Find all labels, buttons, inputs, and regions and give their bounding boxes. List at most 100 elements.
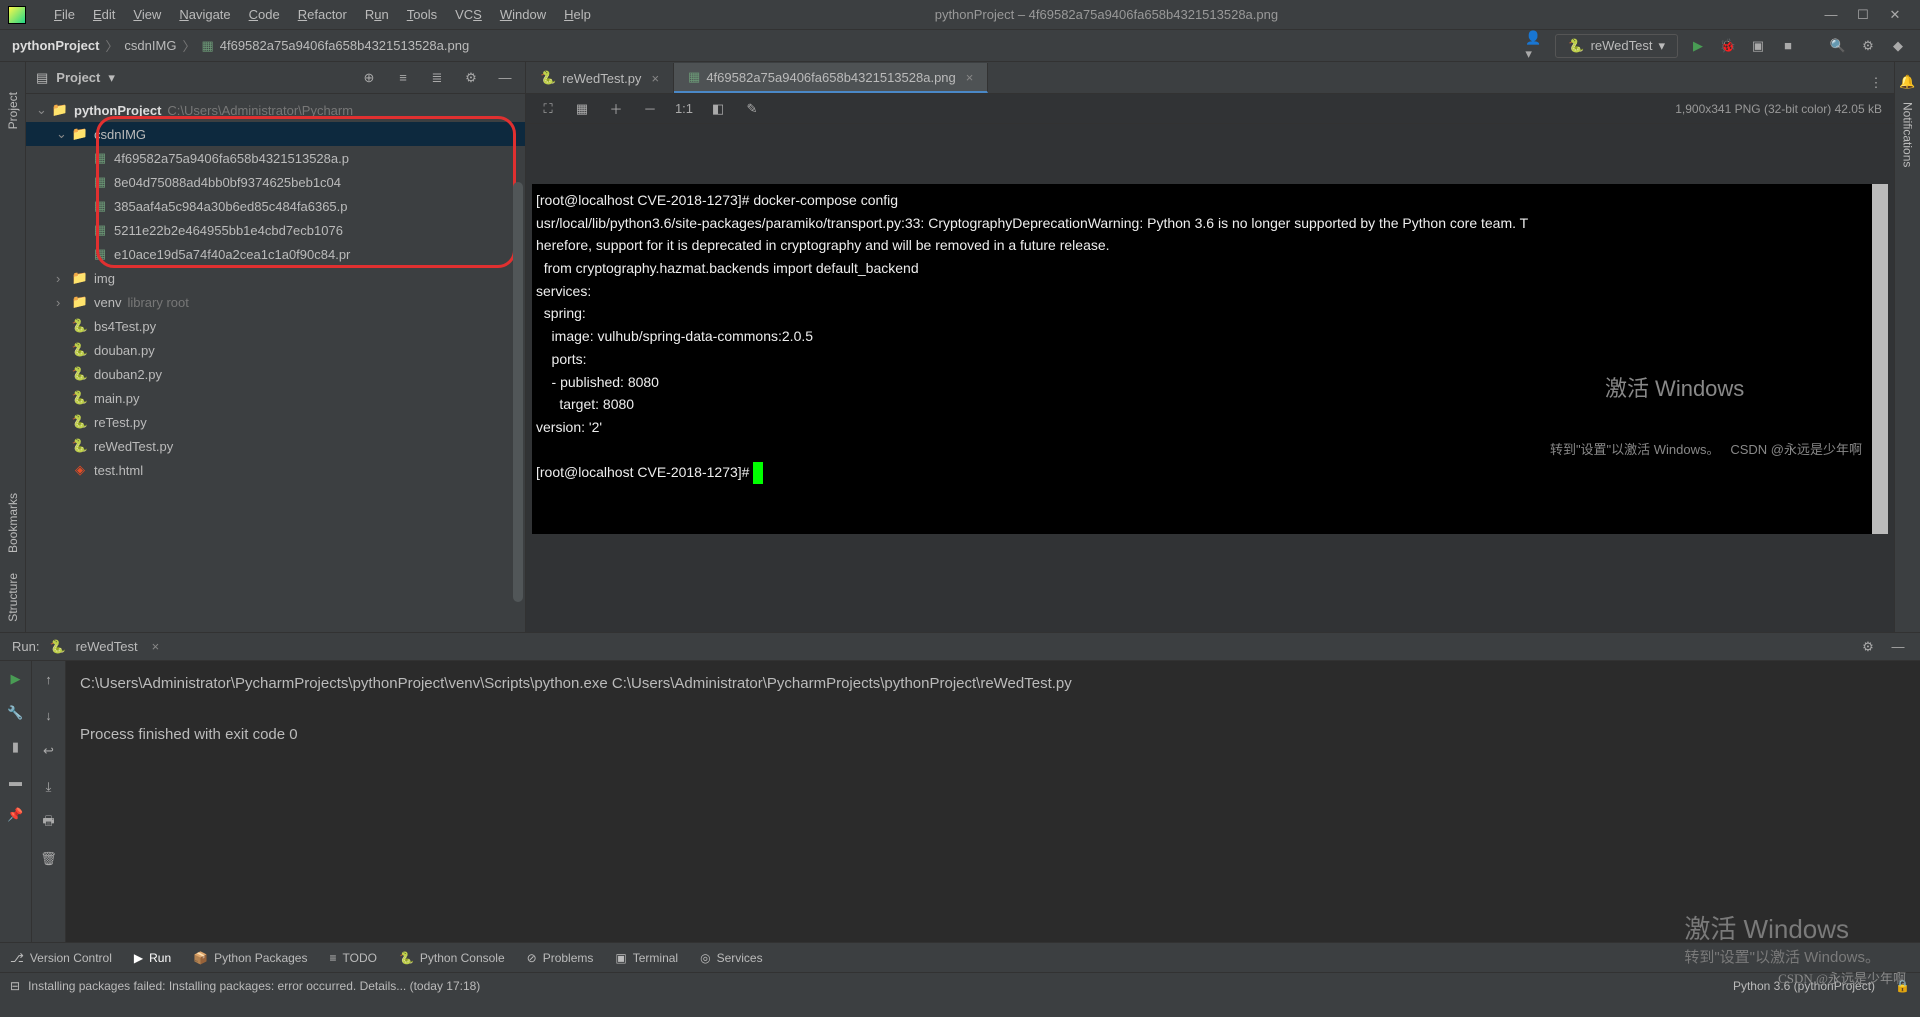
settings-icon[interactable]: ⚙ [1858, 36, 1878, 56]
python-icon: 🐍 [72, 414, 88, 430]
menu-run[interactable]: Run [357, 3, 397, 26]
menu-code[interactable]: Code [241, 3, 288, 26]
color-picker-icon[interactable]: ✎ [742, 99, 762, 119]
project-tool-window: ▤ Project ▾ ⊕ ≡ ≣ ⚙ — ⌄📁 pythonProject C… [26, 62, 526, 632]
chevron-down-icon[interactable]: ▾ [108, 70, 115, 86]
up-stack-icon[interactable]: ↑ [39, 669, 59, 689]
tab-list-icon[interactable]: ⋮ [1866, 73, 1886, 93]
select-opened-file-icon[interactable]: ⊕ [359, 68, 379, 88]
bottom-tab-services[interactable]: ◎Services [700, 951, 763, 965]
sidebar-tab-structure[interactable]: Structure [2, 563, 24, 632]
tree-file-html[interactable]: ◈test.html [26, 458, 525, 482]
zoom-in-icon[interactable]: ＋ [606, 99, 626, 119]
tree-file-py[interactable]: 🐍douban2.py [26, 362, 525, 386]
expand-all-icon[interactable]: ≡ [393, 68, 413, 88]
tree-root[interactable]: ⌄📁 pythonProject C:\Users\Administrator\… [26, 98, 525, 122]
services-icon: ◎ [700, 951, 710, 965]
pause-icon[interactable]: ▮ [6, 737, 26, 757]
minimize-button[interactable]: — [1824, 8, 1838, 22]
maximize-button[interactable]: ☐ [1856, 8, 1870, 22]
bottom-tab-packages[interactable]: 📦Python Packages [193, 951, 307, 965]
menu-file[interactable]: File [46, 3, 83, 26]
tree-file-png[interactable]: ▦4f69582a75a9406fa658b4321513528a.p [26, 146, 525, 170]
image-icon: ▦ [92, 246, 108, 262]
soft-wrap-icon[interactable]: ↩ [39, 741, 59, 761]
bottom-tab-problems[interactable]: ⊘Problems [527, 951, 594, 965]
actual-size-icon[interactable]: 1:1 [674, 99, 694, 119]
tree-file-py[interactable]: 🐍main.py [26, 386, 525, 410]
sidebar-tab-bookmarks[interactable]: Bookmarks [2, 483, 24, 563]
bottom-tab-todo[interactable]: ≡TODO [329, 951, 376, 965]
rerun-icon[interactable]: ▶ [6, 669, 26, 689]
navigation-bar: pythonProject 〉 csdnIMG 〉 ▦ 4f69582a75a9… [0, 30, 1920, 62]
project-panel-icon: ▤ [36, 70, 48, 86]
print-icon[interactable]: 🖶 [39, 813, 59, 833]
tree-file-py[interactable]: 🐍bs4Test.py [26, 314, 525, 338]
sidebar-tab-project[interactable]: Project [2, 82, 24, 139]
image-viewport[interactable]: [root@localhost CVE-2018-1273]# docker-c… [526, 124, 1894, 632]
editor-tab-image[interactable]: ▦ 4f69582a75a9406fa658b4321513528a.png × [674, 63, 988, 93]
stop-button[interactable]: ■ [1778, 36, 1798, 56]
tree-folder-venv[interactable]: ›📁venvlibrary root [26, 290, 525, 314]
grid-icon[interactable]: ▦ [572, 99, 592, 119]
debug-button[interactable]: 🐞 [1718, 36, 1738, 56]
close-button[interactable]: ✕ [1888, 8, 1902, 22]
breadcrumb-file[interactable]: 4f69582a75a9406fa658b4321513528a.png [220, 38, 469, 53]
fit-zoom-icon[interactable]: ⛶ [538, 99, 558, 119]
image-icon: ▦ [92, 174, 108, 190]
tree-file-png[interactable]: ▦e10ace19d5a74f40a2cea1c1a0f90c84.pr [26, 242, 525, 266]
close-tab-icon[interactable]: × [966, 70, 974, 85]
clear-icon[interactable]: 🗑 [39, 849, 59, 869]
ide-updates-icon[interactable]: ◆ [1888, 36, 1908, 56]
run-config-name: reWedTest [1591, 38, 1653, 53]
run-button[interactable]: ▶ [1688, 36, 1708, 56]
tab-label: 4f69582a75a9406fa658b4321513528a.png [706, 70, 955, 85]
menu-view[interactable]: View [125, 3, 169, 26]
user-icon[interactable]: 👤▾ [1525, 36, 1545, 56]
menu-refactor[interactable]: Refactor [290, 3, 355, 26]
tree-file-py[interactable]: 🐍reWedTest.py [26, 434, 525, 458]
breadcrumb-folder[interactable]: csdnIMG [124, 38, 176, 53]
bottom-tab-version-control[interactable]: ⎇Version Control [10, 951, 112, 965]
tree-folder-img[interactable]: ›📁img [26, 266, 525, 290]
hide-panel-icon[interactable]: — [495, 68, 515, 88]
editor-tab-rewedtest[interactable]: 🐍 reWedTest.py × [526, 63, 674, 93]
scrollbar[interactable] [513, 182, 523, 602]
settings-icon[interactable]: ⚙ [461, 68, 481, 88]
lock-icon[interactable]: 🔒 [1895, 979, 1910, 993]
stop-icon[interactable]: 🔧 [6, 703, 26, 723]
tree-file-png[interactable]: ▦5211e22b2e464955bb1e4cbd7ecb1076 [26, 218, 525, 242]
hide-panel-icon[interactable]: — [1888, 637, 1908, 657]
notifications-icon[interactable]: 🔔 [1898, 72, 1918, 92]
search-icon[interactable]: 🔍 [1828, 36, 1848, 56]
down-stack-icon[interactable]: ↓ [39, 705, 59, 725]
run-coverage-button[interactable]: ▣ [1748, 36, 1768, 56]
layout-icon[interactable]: ▬ [6, 771, 26, 791]
interpreter-indicator[interactable]: Python 3.6 (pythonProject) [1733, 979, 1875, 993]
close-tab-icon[interactable]: × [152, 639, 160, 654]
bottom-tab-terminal[interactable]: ▣Terminal [615, 951, 678, 965]
collapse-all-icon[interactable]: ≣ [427, 68, 447, 88]
scroll-end-icon[interactable]: ⤓ [39, 777, 59, 797]
run-console-output[interactable]: C:\Users\Administrator\PycharmProjects\p… [66, 661, 1920, 942]
settings-icon[interactable]: ⚙ [1858, 637, 1878, 657]
tree-file-py[interactable]: 🐍douban.py [26, 338, 525, 362]
menu-edit[interactable]: Edit [85, 3, 123, 26]
tree-file-png[interactable]: ▦385aaf4a5c984a30b6ed85c484fa6365.p [26, 194, 525, 218]
status-message[interactable]: Installing packages failed: Installing p… [28, 979, 480, 993]
event-log-icon[interactable]: ⊟ [10, 979, 20, 993]
menu-navigate[interactable]: Navigate [171, 3, 238, 26]
tree-file-png[interactable]: ▦8e04d75088ad4bb0bf9374625beb1c04 [26, 170, 525, 194]
bottom-tab-run[interactable]: ▶Run [134, 951, 171, 965]
sidebar-tab-notifications[interactable]: Notifications [1897, 92, 1919, 177]
tree-file-py[interactable]: 🐍reTest.py [26, 410, 525, 434]
bottom-tab-python-console[interactable]: 🐍Python Console [399, 951, 505, 965]
tree-folder-csdnimg[interactable]: ⌄📁 csdnIMG [26, 122, 525, 146]
breadcrumb-root[interactable]: pythonProject [12, 38, 99, 53]
close-tab-icon[interactable]: × [651, 71, 659, 86]
pin-icon[interactable]: 📌 [6, 805, 26, 825]
run-configuration-selector[interactable]: 🐍 reWedTest ▾ [1555, 34, 1678, 58]
zoom-out-icon[interactable]: － [640, 99, 660, 119]
background-icon[interactable]: ◧ [708, 99, 728, 119]
image-icon: ▦ [92, 198, 108, 214]
